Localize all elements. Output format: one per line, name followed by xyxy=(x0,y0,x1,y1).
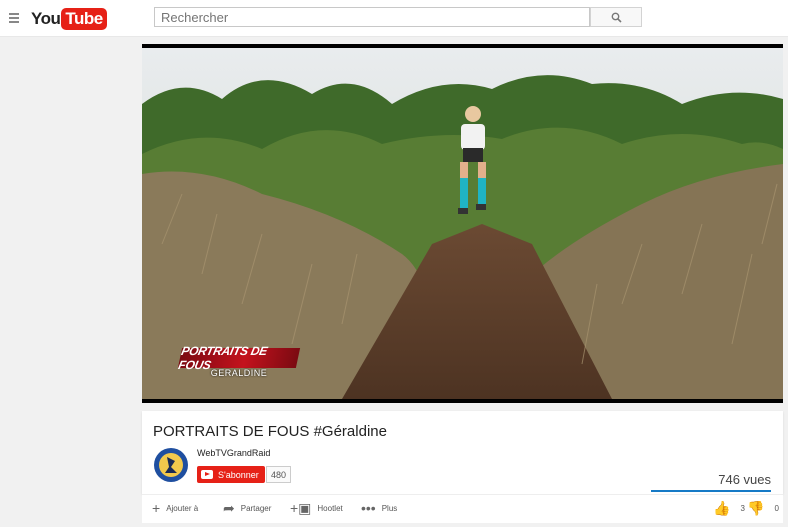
video-actions-bar: + Ajouter à ➦ Partager +▣ Hootlet ••• Pl… xyxy=(142,494,783,523)
view-count: 746 vues xyxy=(718,472,771,487)
share-icon: ➦ xyxy=(223,500,235,516)
like-sentiment-bar xyxy=(651,490,771,492)
video-overlay-title: PORTRAITS DE FOUS xyxy=(177,344,301,372)
logo-text-you: You xyxy=(31,9,61,28)
add-to-label: Ajouter à xyxy=(166,503,199,513)
hootlet-icon: +▣ xyxy=(290,500,312,516)
hootlet-button[interactable]: +▣ Hootlet xyxy=(290,500,343,516)
search-icon xyxy=(611,12,622,23)
share-label: Partager xyxy=(240,503,272,513)
more-label: Plus xyxy=(381,503,398,513)
subscribe-label: S'abonner xyxy=(218,469,259,480)
more-icon: ••• xyxy=(361,500,376,516)
dislike-count: 0 xyxy=(774,503,779,513)
hootlet-label: Hootlet xyxy=(317,503,343,513)
plus-icon: + xyxy=(152,500,161,516)
logo-text-tube: Tube xyxy=(61,8,107,30)
search-button[interactable] xyxy=(590,7,642,27)
like-button[interactable]: 👍 3 xyxy=(713,500,745,516)
video-title: PORTRAITS DE FOUS #Géraldine xyxy=(153,423,387,440)
video-info-card: PORTRAITS DE FOUS #Géraldine WebTVGrandR… xyxy=(142,411,783,494)
video-player[interactable]: PORTRAITS DE FOUS GERALDINE xyxy=(142,44,783,403)
youtube-play-icon xyxy=(201,470,213,479)
subscribe-button[interactable]: S'abonner xyxy=(197,466,265,483)
channel-name-link[interactable]: WebTVGrandRaid xyxy=(197,448,270,458)
dislike-button[interactable]: 👎 0 xyxy=(747,500,779,516)
youtube-logo[interactable]: You Tube xyxy=(31,8,107,30)
masthead: You Tube xyxy=(0,0,788,37)
share-button[interactable]: ➦ Partager xyxy=(223,500,272,516)
thumbs-down-icon: 👎 xyxy=(747,500,765,516)
menu-icon[interactable] xyxy=(9,13,19,23)
more-button[interactable]: ••• Plus xyxy=(361,500,398,516)
subscriber-count: 480 xyxy=(266,466,292,483)
add-to-button[interactable]: + Ajouter à xyxy=(152,500,199,516)
channel-logo-icon xyxy=(154,448,188,482)
like-count: 3 xyxy=(740,503,745,513)
video-overlay-subtitle: GERALDINE xyxy=(210,368,268,378)
channel-avatar[interactable] xyxy=(153,447,189,483)
thumbs-up-icon: 👍 xyxy=(713,500,731,516)
search-input[interactable] xyxy=(154,7,590,27)
